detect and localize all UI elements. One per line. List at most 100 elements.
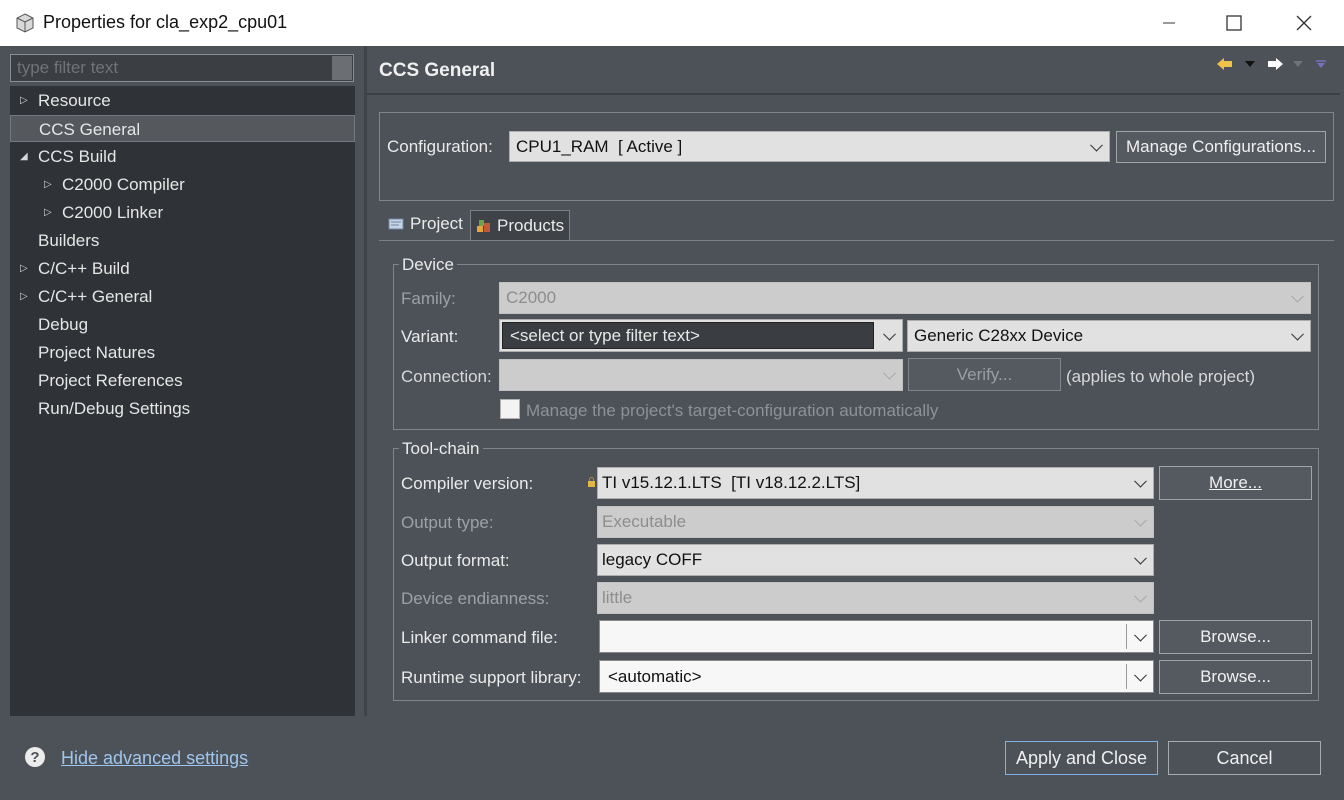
twisty-expanded-icon[interactable]: ◢ <box>20 143 28 170</box>
back-arrow-icon[interactable] <box>1216 56 1234 72</box>
manage-target-checkbox[interactable] <box>500 399 520 419</box>
sidebar-item-debug[interactable]: Debug <box>10 311 340 338</box>
lock-icon <box>588 477 595 487</box>
sidebar-item-label: C/C++ General <box>38 287 153 306</box>
runtime-library-combo[interactable]: <automatic> <box>599 660 1154 693</box>
runtime-browse-button[interactable]: Browse... <box>1159 660 1312 694</box>
twisty-collapsed-icon[interactable]: ▷ <box>44 199 52 226</box>
sidebar-item-c-c-build[interactable]: ▷ C/C++ Build <box>10 255 340 282</box>
cancel-button[interactable]: Cancel <box>1168 741 1321 775</box>
twisty-collapsed-icon[interactable]: ▷ <box>20 87 28 114</box>
variant-filter-combo[interactable]: <select or type filter text> <box>499 319 903 352</box>
filter-input[interactable]: type filter text <box>10 54 354 82</box>
compiler-version-select[interactable]: TI v15.12.1.LTS [TI v18.12.2.LTS] <box>597 467 1154 499</box>
variant-filter-text: <select or type filter text> <box>510 325 700 345</box>
tab-project[interactable]: Project <box>381 208 469 240</box>
connection-label: Connection: <box>401 367 492 386</box>
tab-products-label: Products <box>497 215 565 235</box>
help-icon[interactable]: ? <box>25 747 45 767</box>
title-bar: Properties for cla_exp2_cpu01 <box>0 0 1344 46</box>
chevron-down-icon <box>1134 474 1147 488</box>
products-tab-icon <box>477 219 490 232</box>
output-format-select[interactable]: legacy COFF <box>597 544 1154 576</box>
chevron-down-icon <box>1090 138 1103 152</box>
applies-note: (applies to whole project) <box>1066 367 1255 386</box>
chevron-down-icon <box>1134 589 1147 603</box>
chevron-down-icon <box>883 366 896 380</box>
configuration-value: CPU1_RAM [ Active ] <box>516 136 683 156</box>
chevron-down-icon <box>1134 668 1147 682</box>
device-group-label: Device <box>399 255 457 275</box>
chevron-down-icon <box>1134 551 1147 565</box>
filter-placeholder: type filter text <box>17 58 119 77</box>
title-separator <box>367 93 1340 95</box>
sidebar-item-ccs-build[interactable]: ◢ CCS Build <box>10 143 340 170</box>
variant-select[interactable]: Generic C28xx Device <box>907 320 1311 352</box>
sidebar-item-run-debug-settings[interactable]: Run/Debug Settings <box>10 395 340 422</box>
sidebar-item-label: Resource <box>38 91 111 110</box>
output-format-label: Output format: <box>401 551 510 570</box>
chevron-down-icon <box>1291 327 1304 341</box>
sidebar-item-label: Project Natures <box>38 343 156 362</box>
sidebar-item-builders[interactable]: Builders <box>10 227 340 254</box>
sidebar-item-project-natures[interactable]: Project Natures <box>10 339 340 366</box>
sidebar-item-label: C2000 Compiler <box>62 175 185 194</box>
maximize-icon <box>1226 15 1242 31</box>
tab-products[interactable]: Products <box>470 210 570 240</box>
chevron-down-icon <box>1291 289 1304 303</box>
more-button[interactable]: More... <box>1159 466 1312 500</box>
chevron-down-icon <box>1134 628 1147 642</box>
twisty-collapsed-icon[interactable]: ▷ <box>20 255 28 282</box>
twisty-collapsed-icon[interactable]: ▷ <box>44 171 52 198</box>
forward-menu-chevron-icon[interactable] <box>1292 60 1304 68</box>
chevron-down-icon <box>883 327 896 341</box>
connection-select <box>499 359 903 391</box>
sidebar-item-resource[interactable]: ▷ Resource <box>10 87 340 114</box>
endianness-select: little <box>597 582 1154 614</box>
manage-configurations-button[interactable]: Manage Configurations... <box>1116 131 1326 163</box>
property-tree: ▷ Resource CCS General ◢ CCS Build ▷ C2000 Com… <box>10 86 355 716</box>
maximize-button[interactable] <box>1199 0 1269 46</box>
combo-separator <box>1126 664 1127 689</box>
sidebar-item-project-references[interactable]: Project References <box>10 367 340 394</box>
output-type-value: Executable <box>602 512 687 531</box>
tab-separator <box>379 240 1334 241</box>
compiler-version-value: TI v15.12.1.LTS [TI v18.12.2.LTS] <box>602 473 861 492</box>
close-button[interactable] <box>1269 0 1339 46</box>
minimize-button[interactable] <box>1134 0 1204 46</box>
variant-value: Generic C28xx Device <box>914 326 1084 345</box>
sidebar-item-c2000-linker[interactable]: ▷ C2000 Linker <box>10 199 340 226</box>
page-title: CCS General <box>379 60 496 81</box>
minimize-icon <box>1163 22 1175 24</box>
compiler-version-label: Compiler version: <box>401 474 534 493</box>
twisty-collapsed-icon[interactable]: ▷ <box>20 283 28 310</box>
output-format-value: legacy COFF <box>602 550 703 569</box>
endianness-label: Device endianness: <box>401 589 550 608</box>
sidebar-item-label: CCS General <box>39 120 141 139</box>
sidebar-item-label: C2000 Linker <box>62 203 164 222</box>
filter-clear-icon[interactable] <box>332 56 352 80</box>
sidebar-item-c2000-compiler[interactable]: ▷ C2000 Compiler <box>10 171 340 198</box>
view-menu-icon[interactable] <box>1314 59 1328 69</box>
family-value: C2000 <box>506 288 557 307</box>
sidebar-item-label: Debug <box>38 315 89 334</box>
sidebar-item-ccs-general[interactable]: CCS General <box>10 115 355 142</box>
family-select: C2000 <box>499 282 1311 314</box>
output-type-select: Executable <box>597 506 1154 538</box>
linker-browse-button[interactable]: Browse... <box>1159 620 1312 654</box>
combo-separator <box>1126 624 1127 649</box>
runtime-library-label: Runtime support library: <box>401 668 582 687</box>
configuration-select[interactable]: CPU1_RAM [ Active ] <box>509 131 1110 162</box>
hide-advanced-settings-link[interactable]: Hide advanced settings <box>61 748 248 769</box>
apply-and-close-button[interactable]: Apply and Close <box>1005 741 1158 775</box>
forward-arrow-icon[interactable] <box>1266 56 1284 72</box>
chevron-down-icon <box>1134 513 1147 527</box>
verify-button: Verify... <box>908 358 1061 391</box>
variant-filter-input[interactable]: <select or type filter text> <box>502 322 874 349</box>
output-type-label: Output type: <box>401 513 494 532</box>
sidebar-item-label: Project References <box>38 371 183 390</box>
linker-command-combo[interactable] <box>599 620 1154 653</box>
back-menu-chevron-icon[interactable] <box>1244 60 1256 68</box>
sidebar-item-c-c-general[interactable]: ▷ C/C++ General <box>10 283 340 310</box>
sidebar-item-label: Run/Debug Settings <box>38 399 191 418</box>
